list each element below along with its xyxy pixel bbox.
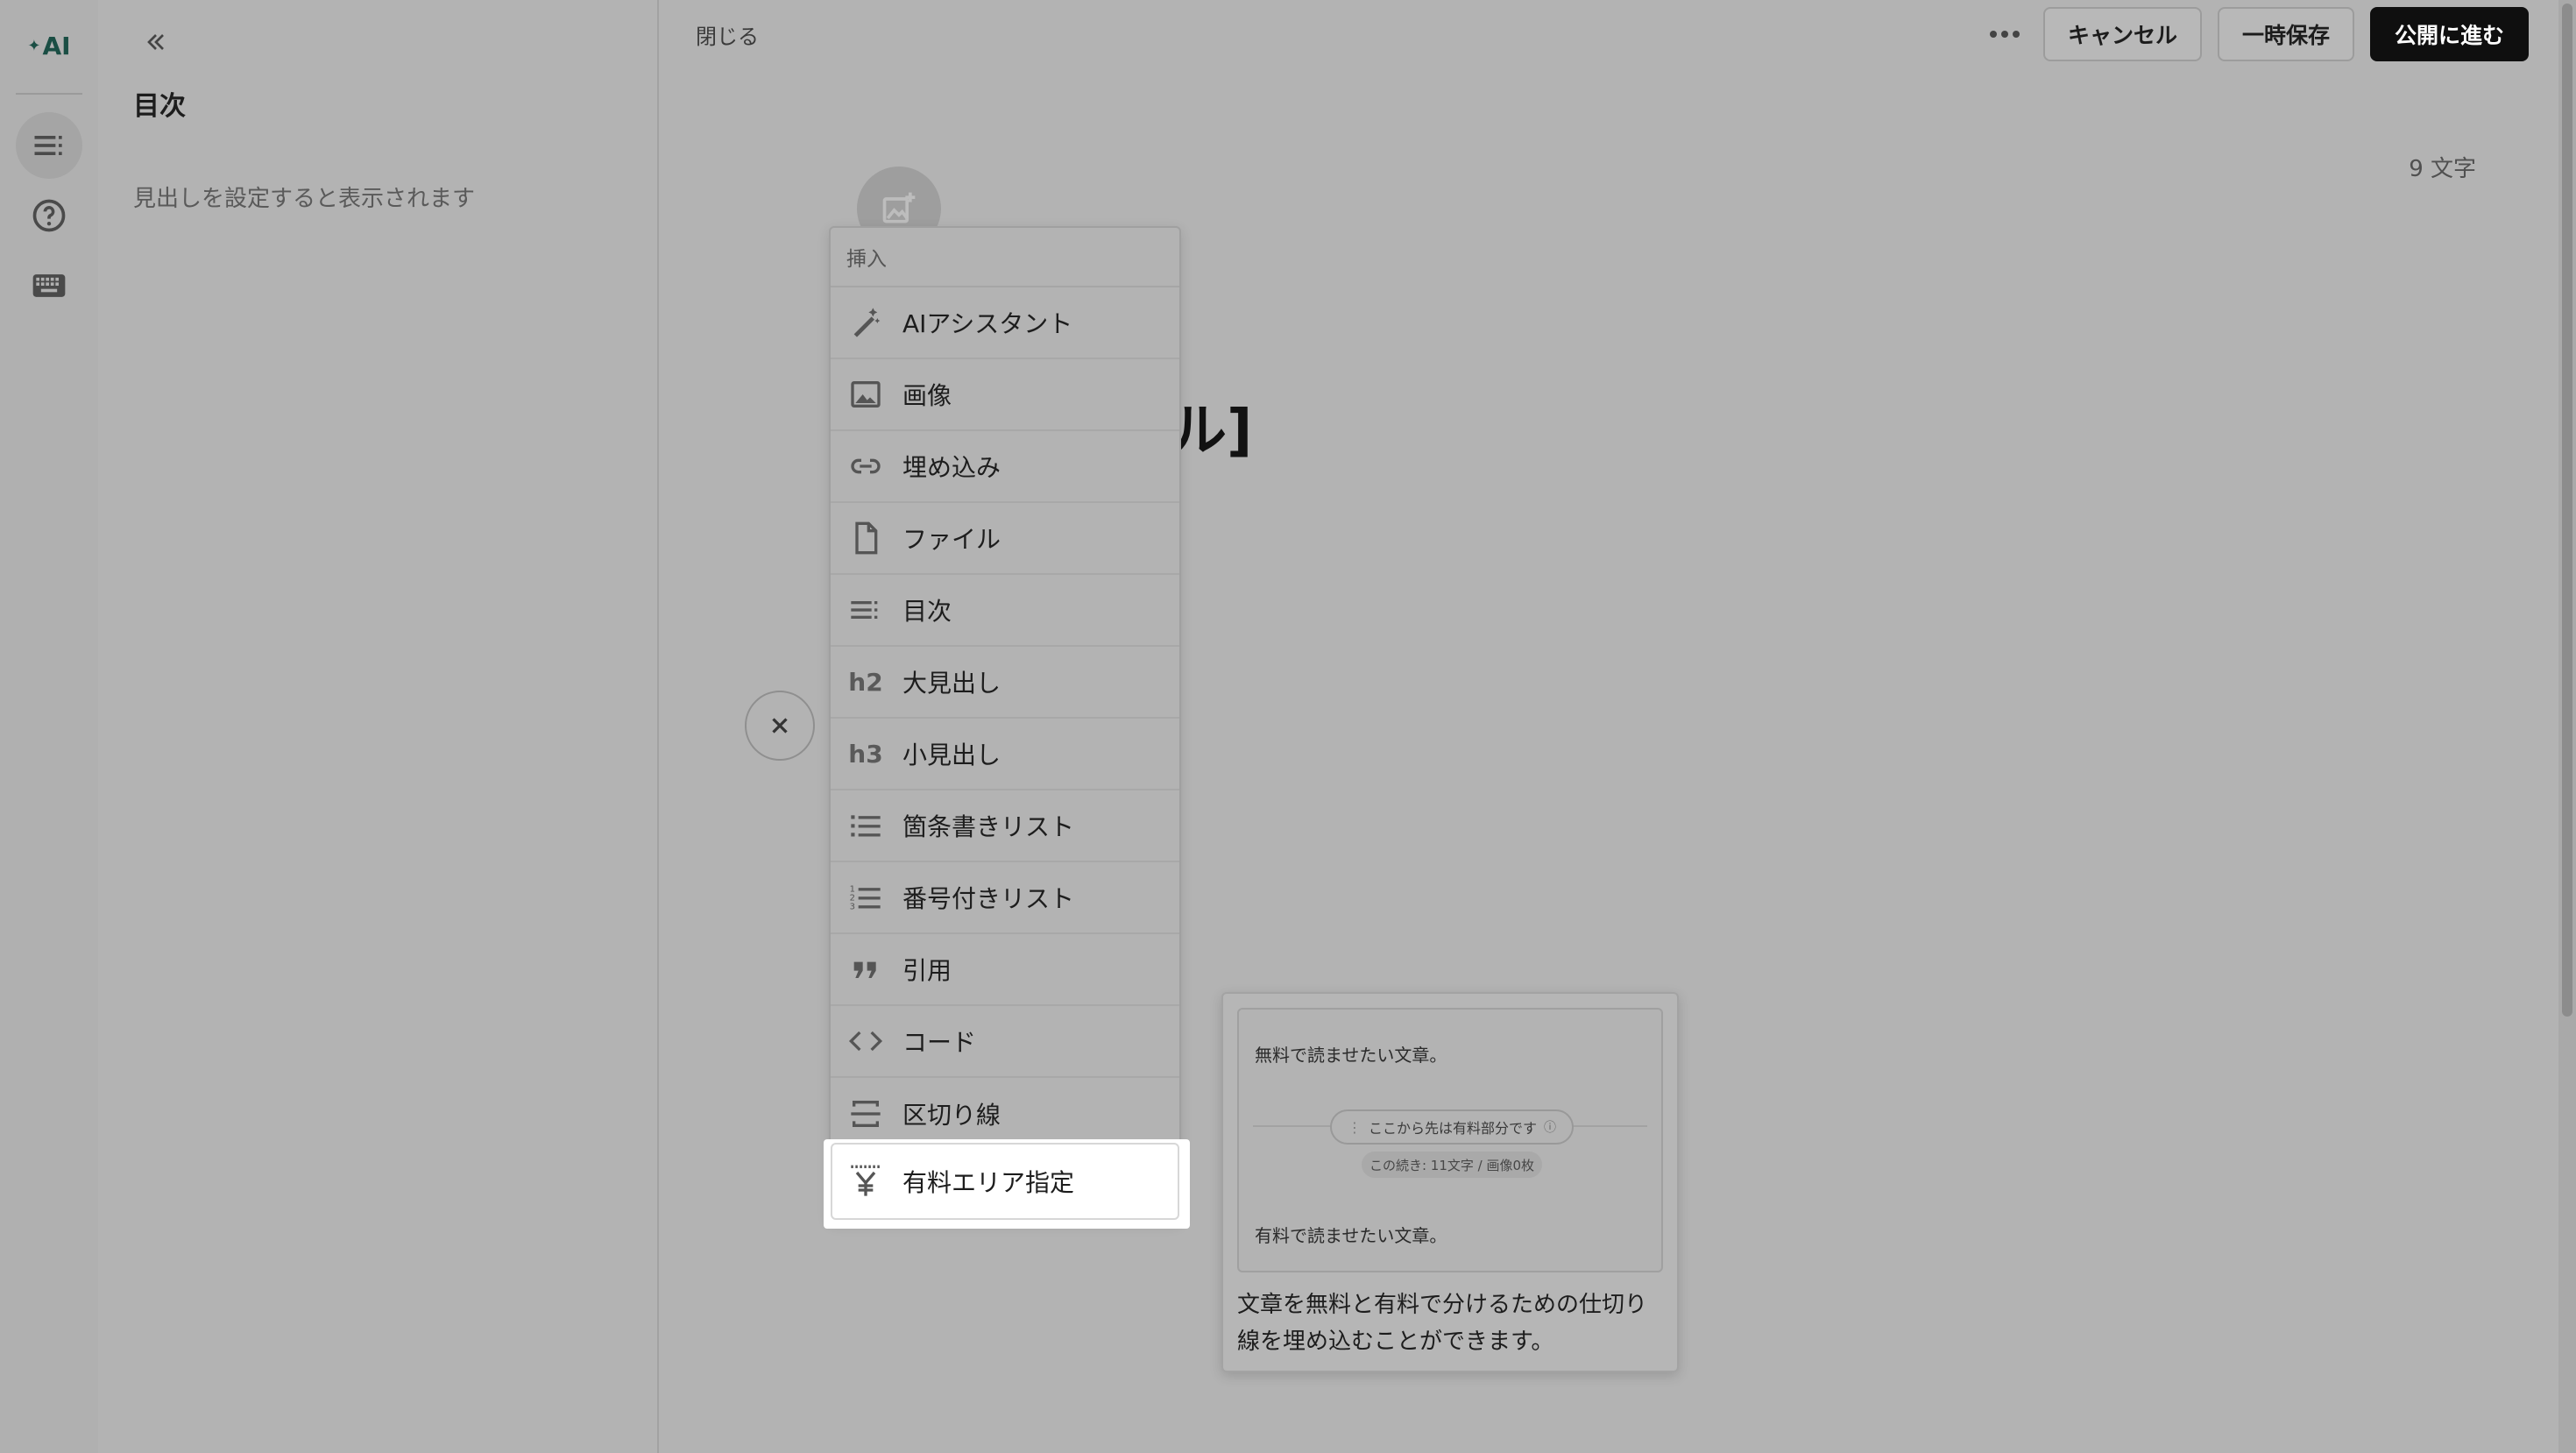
menu-item-code[interactable]: コード — [831, 1006, 1179, 1078]
icon-rail: ✦ AI — [0, 0, 98, 1453]
page-scrollbar[interactable] — [2558, 0, 2576, 1453]
collapse-panel-button[interactable] — [133, 23, 179, 61]
menu-item-ai-assistant[interactable]: AIアシスタント — [831, 287, 1179, 359]
publish-button[interactable]: 公開に進む — [2369, 7, 2529, 61]
rail-toc-button[interactable] — [16, 112, 82, 179]
menu-item-heading-large[interactable]: h2 大見出し — [831, 647, 1179, 719]
menu-item-toc[interactable]: 目次 — [831, 575, 1179, 647]
magic-wand-icon — [846, 303, 885, 342]
menu-item-label: 区切り線 — [902, 1101, 1001, 1130]
rail-divider — [16, 93, 82, 95]
h2-icon: h2 — [848, 667, 883, 697]
quote-icon — [846, 950, 885, 989]
menu-item-image[interactable]: 画像 — [831, 359, 1179, 431]
code-icon — [846, 1022, 885, 1060]
menu-item-embed[interactable]: 埋め込み — [831, 431, 1179, 503]
close-insert-menu-button[interactable] — [745, 691, 815, 761]
menu-item-label: 有料エリア指定 — [902, 1168, 1075, 1197]
file-icon — [846, 519, 885, 557]
menu-item-label: 小見出し — [902, 741, 1001, 769]
help-circle-icon — [32, 199, 66, 232]
menu-item-label: ファイル — [902, 525, 1001, 554]
rail-help-button[interactable] — [16, 182, 82, 249]
more-options-button[interactable] — [1982, 17, 2028, 52]
divider-icon — [846, 1095, 885, 1133]
ai-logo-icon[interactable]: ✦ AI — [25, 26, 74, 65]
bullet-list-icon — [846, 806, 885, 845]
insert-menu-header: 挿入 — [831, 228, 1179, 287]
preview-description: 文章を無料と有料で分けるための仕切り線を埋め込むことができます。 — [1237, 1292, 1648, 1355]
dot-icon — [2000, 31, 2008, 38]
preview-paid-text: 有料で読ませたい文章。 — [1255, 1225, 1447, 1246]
menu-item-label: コード — [902, 1028, 977, 1057]
preview-stats-pill: この続き: 11文字 / 画像0枚 — [1362, 1152, 1542, 1178]
preview-frame: 無料で読ませたい文章。 ⋮ ここから先は有料部分です ⓘ この続き: 11文字 … — [1237, 1008, 1663, 1272]
preview-paid-divider: ⋮ ここから先は有料部分です ⓘ — [1330, 1109, 1574, 1145]
menu-item-label: 大見出し — [902, 669, 1001, 698]
article-title-fragment[interactable]: ル] — [1171, 386, 1252, 466]
menu-item-label: 埋め込み — [902, 453, 1001, 482]
menu-item-label: 目次 — [902, 597, 952, 626]
preview-divider-text: ここから先は有料部分です — [1368, 1120, 1537, 1137]
yen-icon — [846, 1162, 885, 1201]
close-link[interactable]: 閉じる — [696, 19, 759, 50]
menu-item-file[interactable]: ファイル — [831, 503, 1179, 575]
menu-item-bullet-list[interactable]: 箇条書きリスト — [831, 790, 1179, 862]
menu-item-label: 番号付きリスト — [902, 884, 1075, 913]
svg-text:3: 3 — [850, 902, 855, 911]
menu-item-numbered-list[interactable]: 123 番号付きリスト — [831, 862, 1179, 934]
image-add-icon — [882, 192, 916, 223]
toc-icon — [846, 591, 885, 629]
image-icon — [846, 375, 885, 414]
keyboard-icon — [32, 274, 66, 297]
menu-item-label: AIアシスタント — [902, 309, 1073, 338]
toc-panel: 目次 見出しを設定すると表示されます — [98, 0, 659, 1453]
close-icon — [772, 718, 788, 734]
chevrons-left-icon — [147, 34, 164, 50]
h3-icon: h3 — [848, 739, 883, 769]
toc-empty-hint: 見出しを設定すると表示されます — [133, 186, 476, 212]
menu-item-label: 箇条書きリスト — [902, 812, 1075, 841]
preview-free-text: 無料で読ませたい文章。 — [1255, 1045, 1447, 1066]
char-count: 9 文字 — [2409, 156, 2476, 182]
drag-handle-icon: ⋮ — [1347, 1118, 1362, 1136]
menu-item-heading-small[interactable]: h3 小見出し — [831, 719, 1179, 790]
cancel-button[interactable]: キャンセル — [2042, 7, 2202, 61]
scrollbar-thumb[interactable] — [2562, 4, 2572, 1017]
toc-icon — [34, 136, 62, 155]
save-draft-button[interactable]: 一時保存 — [2217, 7, 2354, 61]
menu-item-quote[interactable]: 引用 — [831, 934, 1179, 1006]
numbered-list-icon: 123 — [846, 878, 885, 917]
menu-item-label: 引用 — [902, 956, 952, 985]
app-window: ✦ AI 目次 見出しを設定すると表示されます 閉じる キャンセル 一時保存 公… — [0, 0, 2576, 1453]
insert-menu: 挿入 AIアシスタント 画像 埋め込み ファイル 目次 h2 大見出し h3 小… — [829, 226, 1181, 1222]
link-icon — [846, 447, 885, 486]
help-circle-icon: ⓘ — [1544, 1121, 1556, 1135]
editor-toolbar: キャンセル 一時保存 公開に進む — [1982, 7, 2529, 61]
rail-keyboard-button[interactable] — [16, 252, 82, 319]
dot-icon — [1989, 31, 1997, 38]
toc-title: 目次 — [133, 91, 186, 122]
paid-area-preview-tooltip: 無料で読ませたい文章。 ⋮ ここから先は有料部分です ⓘ この続き: 11文字 … — [1221, 992, 1679, 1372]
dot-icon — [2012, 31, 2020, 38]
menu-item-paid-area[interactable]: 有料エリア指定 — [831, 1143, 1179, 1220]
menu-item-label: 画像 — [902, 381, 952, 410]
